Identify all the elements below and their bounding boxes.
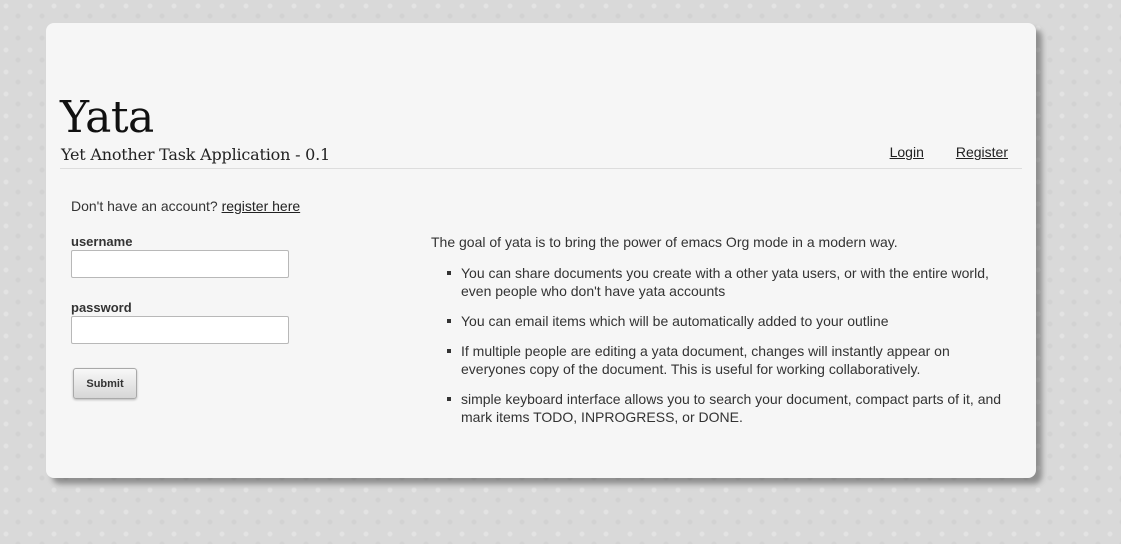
site-subtitle: Yet Another Task Application - 0.1: [61, 145, 331, 164]
page-header: Yata Yet Another Task Application - 0.1 …: [60, 91, 1022, 169]
signup-prompt-text: Don't have an account?: [71, 198, 218, 214]
main-card: Yata Yet Another Task Application - 0.1 …: [46, 23, 1036, 478]
intro-section: The goal of yata is to bring the power o…: [431, 233, 1011, 438]
login-link[interactable]: Login: [890, 143, 924, 161]
username-label: username: [71, 234, 133, 249]
signup-prompt: Don't have an account? register here: [71, 197, 300, 215]
top-nav: Login Register: [890, 143, 1008, 161]
feature-item: You can email items which will be automa…: [447, 312, 1011, 330]
password-input[interactable]: [71, 316, 289, 344]
feature-item: If multiple people are editing a yata do…: [447, 342, 1011, 378]
feature-item: simple keyboard interface allows you to …: [447, 390, 1011, 426]
username-input[interactable]: [71, 250, 289, 278]
site-title: Yata: [60, 92, 154, 143]
intro-lead: The goal of yata is to bring the power o…: [431, 234, 898, 250]
submit-button[interactable]: Submit: [73, 368, 137, 399]
password-label: password: [71, 300, 132, 315]
feature-item: You can share documents you create with …: [447, 264, 1011, 300]
feature-list: You can share documents you create with …: [431, 264, 1011, 426]
register-link[interactable]: Register: [956, 143, 1008, 161]
register-here-link[interactable]: register here: [222, 198, 301, 214]
